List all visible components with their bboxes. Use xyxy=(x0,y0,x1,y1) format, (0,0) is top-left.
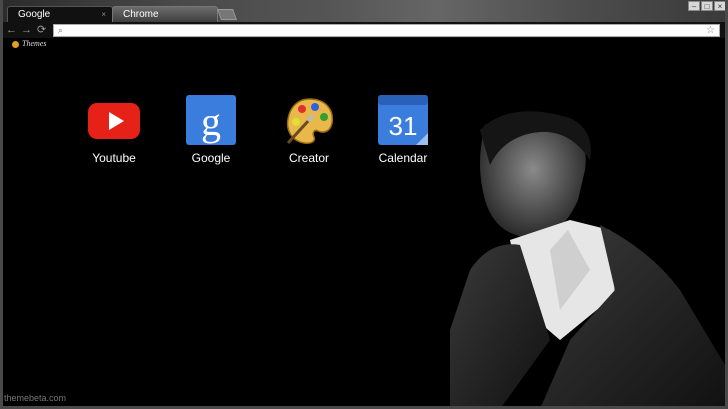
tab-label: Google xyxy=(18,9,51,20)
tab-chrome[interactable]: Chrome xyxy=(112,6,218,22)
calendar-day: 31 xyxy=(389,111,418,141)
background-portrait xyxy=(450,111,728,409)
themes-favicon-icon xyxy=(12,40,19,48)
app-label: Google xyxy=(191,151,231,165)
app-calendar[interactable]: 31 Calendar xyxy=(363,95,443,165)
app-label: Creator xyxy=(288,151,329,165)
youtube-icon xyxy=(87,95,141,147)
close-tab-icon[interactable]: × xyxy=(101,7,106,23)
app-creator[interactable]: Creator xyxy=(269,95,349,165)
back-icon[interactable]: ← xyxy=(6,23,17,37)
new-tab-button[interactable] xyxy=(216,9,238,20)
maximize-button[interactable]: □ xyxy=(701,1,713,11)
app-youtube[interactable]: Youtube xyxy=(74,95,154,165)
bookmark-label: Themes xyxy=(22,39,47,48)
palette-icon xyxy=(282,95,336,147)
tab-label: Chrome xyxy=(123,9,159,20)
star-icon[interactable]: ☆ xyxy=(706,25,715,36)
minimize-button[interactable]: – xyxy=(688,1,700,11)
app-label: Youtube xyxy=(92,151,136,165)
omnibox[interactable]: ⌕ ☆ xyxy=(53,24,720,37)
watermark: themebeta.com xyxy=(4,393,67,403)
window-controls: – □ × xyxy=(688,1,726,11)
reload-icon[interactable]: ⟳ xyxy=(37,23,46,37)
tab-google[interactable]: Google × xyxy=(7,6,113,22)
app-label: Calendar xyxy=(378,151,428,165)
tab-strip: Google × Chrome – □ × xyxy=(0,0,728,22)
calendar-icon: 31 xyxy=(376,95,430,147)
svg-text:g: g xyxy=(201,99,221,144)
google-icon: g xyxy=(184,95,238,147)
app-google[interactable]: g Google xyxy=(171,95,251,165)
search-icon: ⌕ xyxy=(58,25,64,35)
close-window-button[interactable]: × xyxy=(714,1,726,11)
forward-icon[interactable]: → xyxy=(21,23,32,37)
bookmarks-bar xyxy=(0,38,728,50)
bookmark-themes[interactable]: Themes xyxy=(12,39,46,48)
